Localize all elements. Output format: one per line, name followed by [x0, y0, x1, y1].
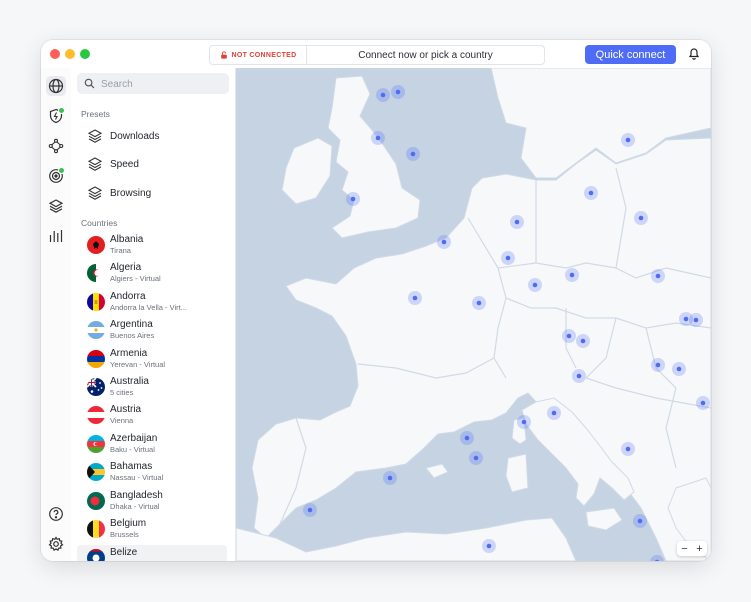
preset-label: Speed [110, 158, 139, 170]
server-map[interactable] [236, 68, 711, 561]
close-window-button[interactable] [50, 49, 60, 59]
country-belize[interactable]: Belize [77, 545, 227, 561]
status-dot [58, 107, 65, 114]
layers-icon [48, 199, 64, 213]
zoom-control: − + [677, 541, 707, 556]
country-australia[interactable]: Australia 5 cities [77, 374, 227, 402]
status-dot [58, 167, 65, 174]
minimize-window-button[interactable] [65, 49, 75, 59]
nav-statistics[interactable] [46, 226, 66, 246]
zoom-in-button[interactable]: + [696, 543, 702, 555]
country-name: Australia [110, 376, 149, 387]
layers-icon [87, 157, 103, 171]
country-city: Brussels [110, 530, 139, 539]
country-city: Tirana [110, 246, 131, 255]
austria-flag-icon [87, 406, 105, 424]
country-city: Andorra la Vella - Virt... [110, 303, 187, 312]
country-algeria[interactable]: Algeria Algiers - Virtual [77, 260, 227, 288]
country-bahamas[interactable]: Bahamas Nassau - Virtual [77, 459, 227, 487]
presets-heading: Presets [81, 109, 110, 119]
quick-connect-button[interactable]: Quick connect [585, 45, 676, 64]
country-azerbaijan[interactable]: Azerbaijan Baku - Virtual [77, 431, 227, 459]
bahamas-flag-icon [87, 463, 105, 481]
country-name: Belize [110, 547, 138, 558]
preset-speed[interactable]: Speed [87, 154, 227, 174]
country-city: Buenos Aires [110, 331, 155, 340]
status-message: Connect now or pick a country [358, 49, 493, 61]
search-icon [84, 78, 95, 89]
nav-settings[interactable] [46, 534, 66, 554]
layers-icon [87, 186, 103, 200]
meshnet-icon [48, 138, 64, 154]
country-andorra[interactable]: Andorra Andorra la Vella - Virt... [77, 289, 227, 317]
country-name: Andorra [110, 291, 146, 302]
settings-icon [48, 536, 64, 551]
country-city: Baku - Virtual [110, 445, 155, 454]
country-name: Austria [110, 404, 142, 415]
australia-flag-icon [87, 378, 105, 396]
country-name: Algeria [110, 262, 142, 273]
search-box[interactable] [77, 73, 229, 94]
country-city: Algiers - Virtual [110, 274, 161, 283]
connection-status-bar: NOT CONNECTED Connect now or pick a coun… [209, 45, 545, 65]
preset-downloads[interactable]: Downloads [87, 126, 227, 146]
preset-browsing[interactable]: Browsing [87, 183, 227, 203]
andorra-flag-icon [87, 293, 105, 311]
globe-icon [48, 78, 64, 94]
belgium-flag-icon [87, 520, 105, 538]
status-text: NOT CONNECTED [231, 51, 297, 59]
country-name: Belgium [110, 518, 147, 529]
bell-icon[interactable] [687, 47, 701, 61]
search-input[interactable] [99, 75, 227, 93]
icon-sidebar [41, 68, 72, 561]
country-name: Bangladesh [110, 490, 163, 501]
country-panel: Presets Downloads Speed Browsing Countri… [71, 68, 236, 561]
europe-map[interactable] [236, 68, 711, 561]
maximize-window-button[interactable] [80, 49, 90, 59]
country-bangladesh[interactable]: Bangladesh Dhaka - Virtual [77, 488, 227, 516]
nav-countries[interactable] [46, 76, 66, 96]
country-name: Azerbaijan [110, 433, 158, 444]
countries-heading: Countries [81, 218, 118, 228]
argentina-flag-icon [87, 321, 105, 339]
armenia-flag-icon [87, 350, 105, 368]
country-name: Argentina [110, 319, 153, 330]
preset-label: Downloads [110, 130, 160, 142]
algeria-flag-icon [87, 264, 105, 282]
country-city: Vienna [110, 416, 134, 425]
country-name: Armenia [110, 348, 148, 359]
titlebar: NOT CONNECTED Connect now or pick a coun… [41, 40, 711, 69]
unlocked-icon [220, 51, 227, 59]
app-window: NOT CONNECTED Connect now or pick a coun… [41, 40, 711, 561]
country-belgium[interactable]: Belgium Brussels [77, 516, 227, 544]
nav-meshnet[interactable] [46, 136, 66, 156]
country-argentina[interactable]: Argentina Buenos Aires [77, 317, 227, 345]
nav-help[interactable] [46, 504, 66, 524]
country-name: Bahamas [110, 461, 153, 472]
country-city: 5 cities [110, 388, 134, 397]
bangladesh-flag-icon [87, 492, 105, 510]
country-austria[interactable]: Austria Vienna [77, 402, 227, 430]
country-city: Yerevan - Virtual [110, 360, 166, 369]
nav-specialty-servers[interactable] [46, 196, 66, 216]
country-city: Nassau - Virtual [110, 473, 164, 482]
azerbaijan-flag-icon [87, 435, 105, 453]
layers-icon [87, 129, 103, 143]
help-icon [49, 507, 63, 521]
nav-dark-web-monitor[interactable] [46, 166, 66, 186]
stats-icon [49, 230, 63, 242]
country-name: Albania [110, 234, 144, 245]
country-albania[interactable]: Albania Tirana [77, 232, 227, 260]
preset-label: Browsing [110, 187, 152, 199]
zoom-out-button[interactable]: − [681, 543, 687, 555]
country-armenia[interactable]: Armenia Yerevan - Virtual [77, 346, 227, 374]
albania-flag-icon [87, 236, 105, 254]
nav-threat-protection[interactable] [46, 106, 66, 126]
status-badge: NOT CONNECTED [210, 46, 307, 64]
country-city: Dhaka - Virtual [110, 502, 160, 511]
belize-flag-icon [87, 549, 105, 561]
